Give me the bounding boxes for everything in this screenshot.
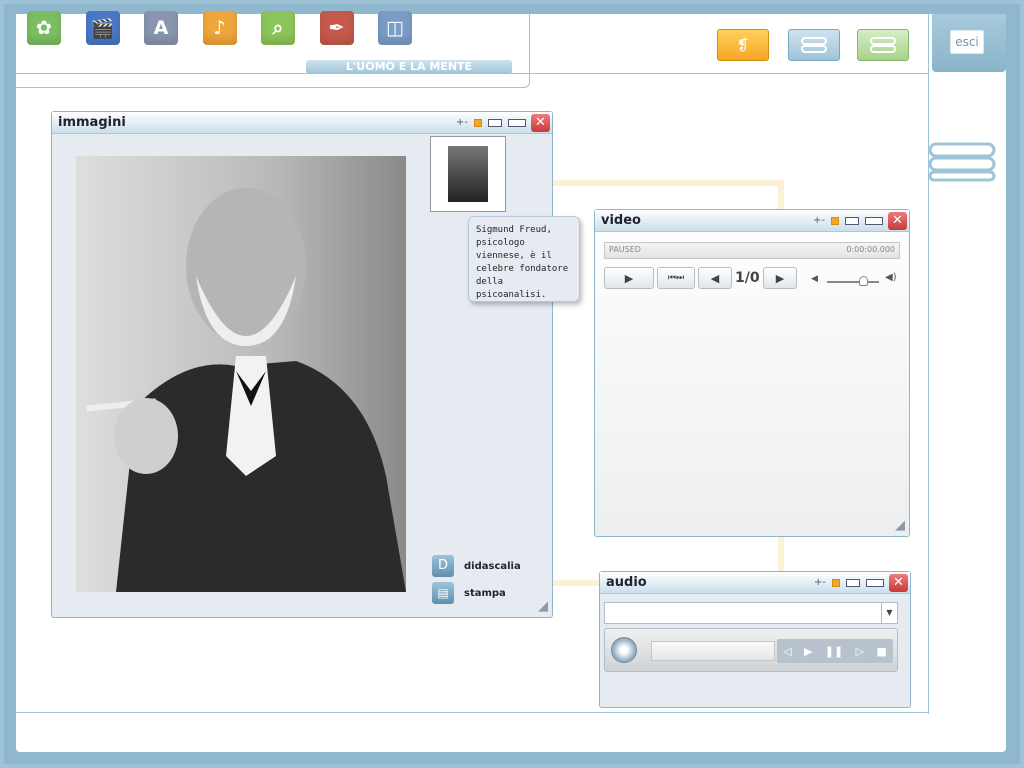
- printer-icon: ▤: [432, 582, 454, 604]
- notes-icon: [801, 37, 827, 53]
- status-text: PAUSED: [609, 245, 641, 254]
- notes-button[interactable]: [788, 29, 840, 61]
- window-title: audio: [606, 575, 647, 590]
- size-small-icon[interactable]: [474, 118, 482, 127]
- size-medium-icon[interactable]: [845, 216, 859, 225]
- close-button[interactable]: ✕: [888, 212, 907, 230]
- resize-handle-icon[interactable]: ◢: [895, 518, 905, 533]
- magnifier-icon[interactable]: ⌕: [261, 11, 295, 45]
- clapperboard-icon[interactable]: 🎬: [85, 11, 120, 45]
- letter-a-icon[interactable]: A: [144, 11, 178, 45]
- paragraph-button[interactable]: ❡: [717, 29, 769, 61]
- size-large-icon[interactable]: [866, 578, 884, 587]
- notes-side-icon[interactable]: [928, 140, 998, 184]
- window-title: video: [601, 213, 641, 228]
- window-controls: +-: [813, 215, 883, 226]
- didascalia-label: didascalia: [464, 560, 521, 572]
- print-label: stampa: [464, 587, 506, 599]
- track-display: [651, 641, 775, 661]
- time-display: 0:00:00.000: [846, 245, 895, 254]
- video-window: video +- ✕ PAUSED 0:00:00.000 ▶ ⏮⏭ ◀ 1/0…: [594, 209, 910, 537]
- images-window: immagini +- ✕ Sigmund Freud, psicologo v…: [51, 111, 580, 618]
- volume-high-icon: ◀): [885, 272, 897, 283]
- music-note-icon[interactable]: ♪: [202, 11, 237, 45]
- play-button[interactable]: ▶: [604, 267, 654, 289]
- size-medium-icon[interactable]: [488, 118, 502, 127]
- zoom-icon[interactable]: +-: [456, 117, 468, 128]
- butterfly-icon[interactable]: ✿: [27, 11, 61, 45]
- divider: [928, 14, 929, 714]
- window-title: immagini: [58, 115, 126, 130]
- notes-green-button[interactable]: [857, 29, 909, 61]
- size-medium-icon[interactable]: [846, 578, 860, 587]
- track-select[interactable]: ▼: [604, 602, 898, 624]
- play-icon[interactable]: ▶: [804, 645, 812, 658]
- prev-icon[interactable]: ◁: [783, 645, 791, 658]
- didascalia-button[interactable]: D didascalia: [432, 555, 521, 577]
- caption-text: Sigmund Freud, psicologo viennese, è il …: [476, 225, 569, 300]
- exit-button[interactable]: esci: [932, 14, 1006, 72]
- print-button[interactable]: ▤ stampa: [432, 582, 506, 604]
- chevron-down-icon[interactable]: ▼: [881, 603, 897, 623]
- audio-window: audio +- ✕ ▼ ◁ ▶ ❚❚ ▷ ■: [599, 571, 911, 708]
- pause-icon[interactable]: ❚❚: [825, 645, 843, 658]
- caption-tooltip: Sigmund Freud, psicologo viennese, è il …: [468, 216, 580, 302]
- thumbnail[interactable]: [430, 136, 506, 212]
- size-small-icon[interactable]: [832, 578, 840, 587]
- section-subtitle: L'UOMO E LA MENTE: [306, 60, 512, 74]
- exit-label: esci: [950, 30, 984, 54]
- prev-frame-button[interactable]: ⏮⏭: [657, 267, 695, 289]
- speaker-icon[interactable]: ◫: [378, 11, 412, 45]
- volume-slider[interactable]: [827, 276, 879, 286]
- audio-player: ◁ ▶ ❚❚ ▷ ■: [604, 628, 898, 672]
- thumbnail-image: [448, 146, 488, 202]
- divider: [16, 73, 928, 74]
- size-small-icon[interactable]: [831, 216, 839, 225]
- progress-bar[interactable]: PAUSED 0:00:00.000: [604, 242, 900, 259]
- portrait-illustration: [76, 156, 406, 592]
- divider: [16, 712, 928, 713]
- size-large-icon[interactable]: [508, 118, 526, 127]
- close-button[interactable]: ✕: [531, 114, 550, 132]
- prev-page-button[interactable]: ◀: [698, 267, 732, 289]
- stop-icon[interactable]: ■: [876, 645, 886, 658]
- volume-low-icon: ◀: [811, 274, 818, 284]
- next-icon[interactable]: ▷: [856, 645, 864, 658]
- controls-panel: ◁ ▶ ❚❚ ▷ ■: [777, 639, 893, 663]
- freud-photo: [76, 156, 406, 592]
- window-controls: +-: [814, 577, 884, 588]
- didascalia-icon: D: [432, 555, 454, 577]
- quill-icon[interactable]: ✒: [319, 11, 354, 45]
- zoom-icon[interactable]: +-: [814, 577, 826, 588]
- next-page-button[interactable]: ▶: [763, 267, 797, 289]
- disc-icon: [611, 637, 637, 663]
- size-large-icon[interactable]: [865, 216, 883, 225]
- volume-thumb[interactable]: [859, 276, 868, 286]
- window-controls: +-: [456, 117, 526, 128]
- resize-handle-icon[interactable]: ◢: [538, 599, 548, 614]
- page-counter: 1/0: [735, 270, 760, 286]
- notes-icon: [870, 37, 896, 53]
- close-button[interactable]: ✕: [889, 574, 908, 592]
- zoom-icon[interactable]: +-: [813, 215, 825, 226]
